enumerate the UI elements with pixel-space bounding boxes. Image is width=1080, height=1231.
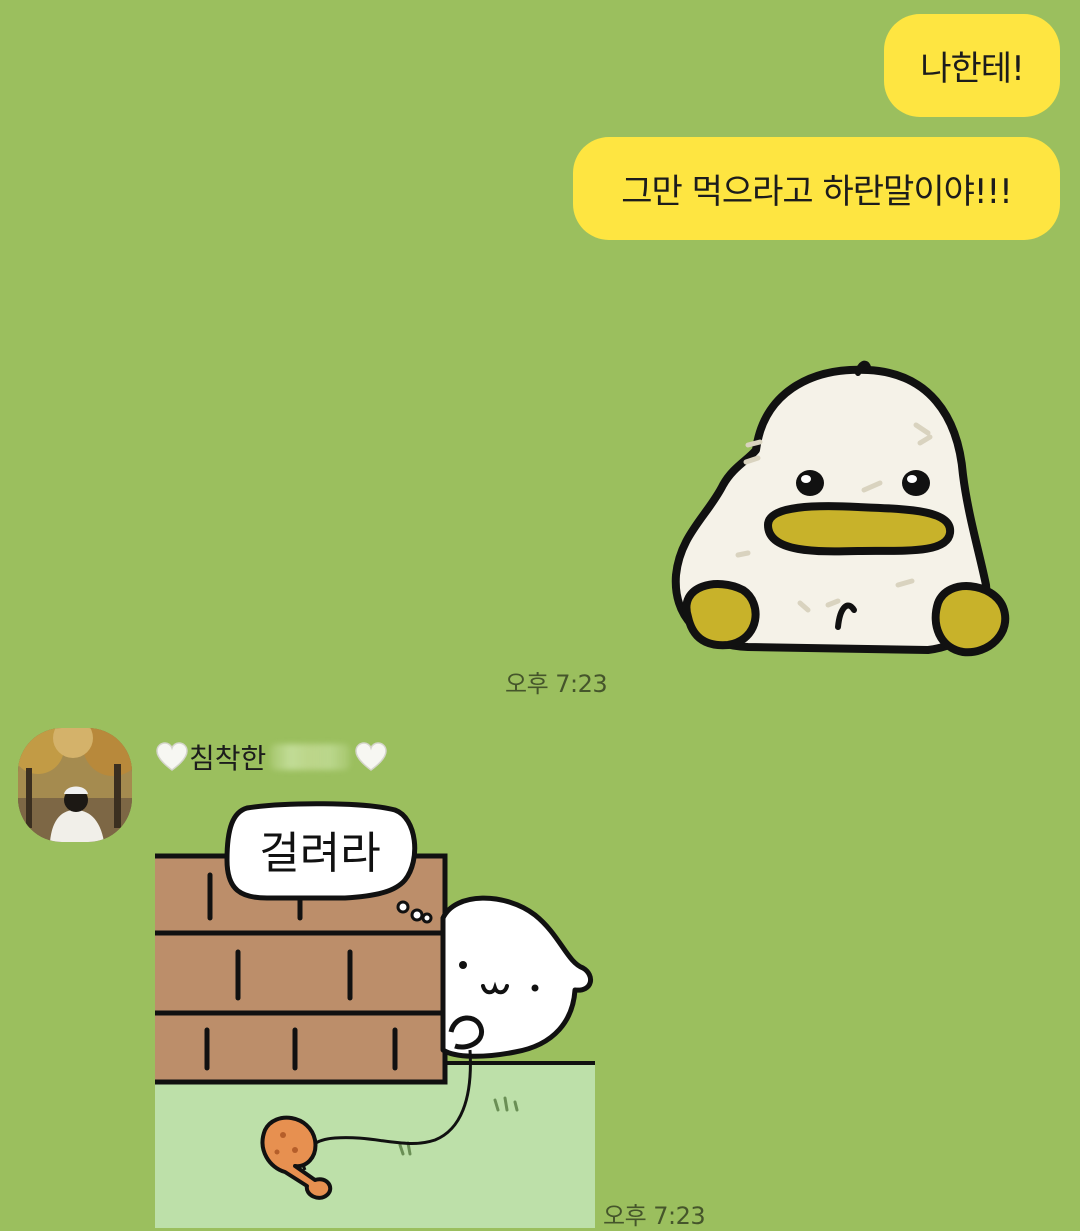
white-heart-icon (355, 742, 388, 771)
sticker-incoming[interactable]: 걸려라 (155, 800, 595, 1228)
sender-name: 침착한 (155, 735, 388, 779)
sender-name-text: 침착한 (189, 742, 267, 775)
message-text: 그만 먹으라고 하란말이야!!! (621, 172, 1013, 212)
avatar[interactable] (18, 728, 132, 842)
message-bubble-outgoing[interactable]: 그만 먹으라고 하란말이야!!! (573, 137, 1060, 240)
white-heart-icon (156, 742, 188, 771)
message-text: 나한테! (920, 49, 1024, 89)
message-bubble-outgoing[interactable]: 나한테! (884, 14, 1060, 117)
sticker-outgoing[interactable] (668, 355, 1014, 665)
message-timestamp: 오후 7:23 (603, 1202, 706, 1230)
blurred-name-segment (270, 744, 351, 770)
message-timestamp: 오후 7:23 (505, 670, 608, 698)
sticker-speech-text: 걸려라 (259, 828, 380, 879)
